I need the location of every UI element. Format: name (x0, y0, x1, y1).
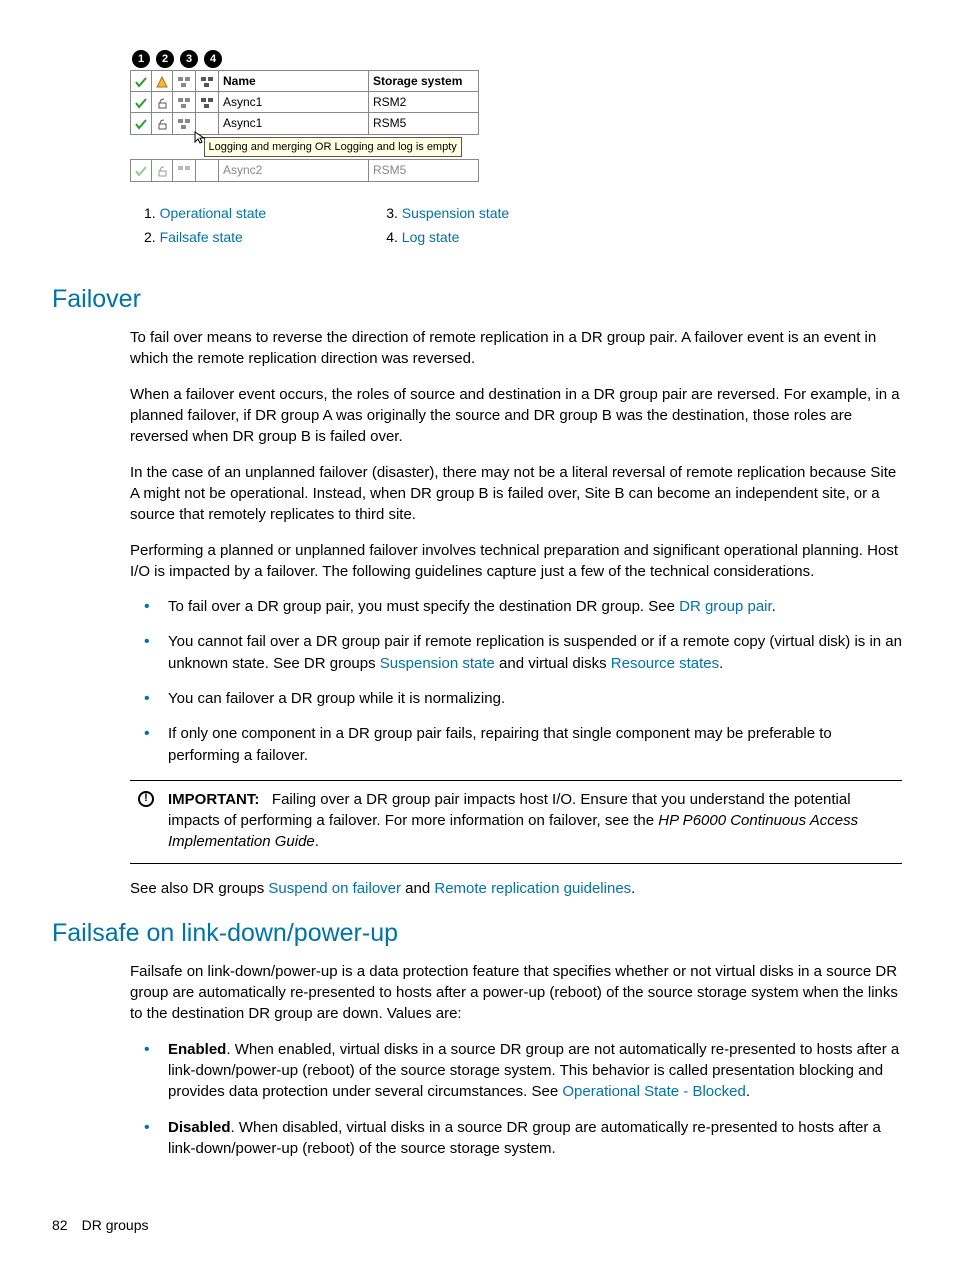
text: . When disabled, virtual disks in a sour… (168, 1119, 881, 1157)
cell-system: RSM5 (369, 113, 479, 134)
term-enabled: Enabled (168, 1041, 226, 1058)
list-item: Enabled. When enabled, virtual disks in … (130, 1039, 902, 1103)
group-icon (177, 97, 191, 109)
important-note: ! IMPORTANT: Failing over a DR group pai… (130, 780, 902, 864)
status-figure: 1 2 3 4 Name Storage system A (130, 50, 902, 182)
group-dark-icon (200, 97, 214, 109)
text: and virtual disks (495, 655, 611, 672)
check-icon (135, 76, 147, 88)
check-faded-icon (135, 165, 147, 177)
link-suspension-state[interactable]: Suspension state (380, 655, 495, 672)
group-icon (177, 76, 191, 88)
status-table: Name Storage system Async1 RSM2 Async1 R… (130, 70, 479, 182)
heading-failsafe: Failsafe on link-down/power-up (52, 917, 902, 951)
legend-link-log-state[interactable]: Log state (402, 229, 460, 245)
list-item: To fail over a DR group pair, you must s… (130, 596, 902, 617)
tooltip-text: Logging and merging OR Logging and log i… (204, 137, 462, 158)
legend-num: 2. (144, 229, 160, 245)
footer-section: DR groups (82, 1217, 149, 1233)
cell-name: Async2 (219, 160, 369, 181)
text: . (719, 655, 723, 672)
cursor-icon (194, 131, 208, 145)
unlocked-icon (156, 97, 168, 109)
unlocked-icon (156, 165, 168, 177)
link-resource-states[interactable]: Resource states (611, 655, 719, 672)
cell-system: RSM5 (369, 160, 479, 181)
col-suspension-icon (173, 71, 196, 92)
legend-link-failsafe-state[interactable]: Failsafe state (160, 229, 243, 245)
table-row: Async2 RSM5 (131, 160, 479, 181)
text: See also DR groups (130, 880, 268, 897)
bullet-list: Enabled. When enabled, virtual disks in … (130, 1039, 902, 1159)
callout-1: 1 (132, 50, 150, 68)
link-remote-replication-guidelines[interactable]: Remote replication guidelines (434, 880, 631, 897)
group-dark-icon (200, 76, 214, 88)
link-suspend-on-failover[interactable]: Suspend on failover (268, 880, 401, 897)
link-dr-group-pair[interactable]: DR group pair (679, 598, 772, 615)
para: Performing a planned or unplanned failov… (130, 540, 902, 583)
text: . (631, 880, 635, 897)
cell-name: Async1 (219, 92, 369, 113)
text: . (772, 598, 776, 615)
col-log-icon (196, 71, 219, 92)
tooltip-row: Logging and merging OR Logging and log i… (131, 134, 479, 160)
text: and (401, 880, 434, 897)
text: . (315, 833, 319, 850)
list-item: You can failover a DR group while it is … (130, 688, 902, 709)
bullet-list: To fail over a DR group pair, you must s… (130, 596, 902, 766)
list-item: Disabled. When disabled, virtual disks i… (130, 1117, 902, 1160)
para: Failsafe on link-down/power-up is a data… (130, 961, 902, 1025)
page-number: 82 (52, 1217, 68, 1233)
legend-link-suspension-state[interactable]: Suspension state (402, 205, 509, 221)
para: In the case of an unplanned failover (di… (130, 462, 902, 526)
important-label: IMPORTANT: (168, 791, 259, 808)
callout-row: 1 2 3 4 (132, 50, 902, 68)
cell-name: Async1 (219, 113, 369, 134)
legend-link-operational-state[interactable]: Operational state (160, 205, 267, 221)
col-operational-icon (131, 71, 152, 92)
list-item: If only one component in a DR group pair… (130, 723, 902, 766)
legend-num: 3. (386, 205, 402, 221)
cell-system: RSM2 (369, 92, 479, 113)
para: When a failover event occurs, the roles … (130, 384, 902, 448)
text: To fail over a DR group pair, you must s… (168, 598, 679, 615)
table-row: Async1 RSM5 (131, 113, 479, 134)
figure-legend: 1. Operational state 2. Failsafe state 3… (144, 204, 902, 254)
callout-4: 4 (204, 50, 222, 68)
term-disabled: Disabled (168, 1119, 231, 1136)
group-icon (177, 118, 191, 130)
page-footer: 82 DR groups (52, 1216, 149, 1235)
warn-icon (156, 76, 168, 88)
para: See also DR groups Suspend on failover a… (130, 878, 902, 899)
col-name-header: Name (219, 71, 369, 92)
col-failsafe-icon (152, 71, 173, 92)
unlocked-icon (156, 118, 168, 130)
callout-3: 3 (180, 50, 198, 68)
list-item: You cannot fail over a DR group pair if … (130, 631, 902, 674)
table-row: Async1 RSM2 (131, 92, 479, 113)
para: To fail over means to reverse the direct… (130, 327, 902, 370)
link-operational-state-blocked[interactable]: Operational State - Blocked (562, 1083, 745, 1100)
check-icon (135, 97, 147, 109)
legend-num: 1. (144, 205, 160, 221)
col-system-header: Storage system (369, 71, 479, 92)
text: . When enabled, virtual disks in a sourc… (168, 1041, 899, 1101)
group-faded-icon (177, 165, 191, 177)
check-icon (135, 118, 147, 130)
callout-2: 2 (156, 50, 174, 68)
legend-num: 4. (386, 229, 402, 245)
text: . (746, 1083, 750, 1100)
heading-failover: Failover (52, 283, 902, 317)
important-icon: ! (138, 791, 154, 807)
